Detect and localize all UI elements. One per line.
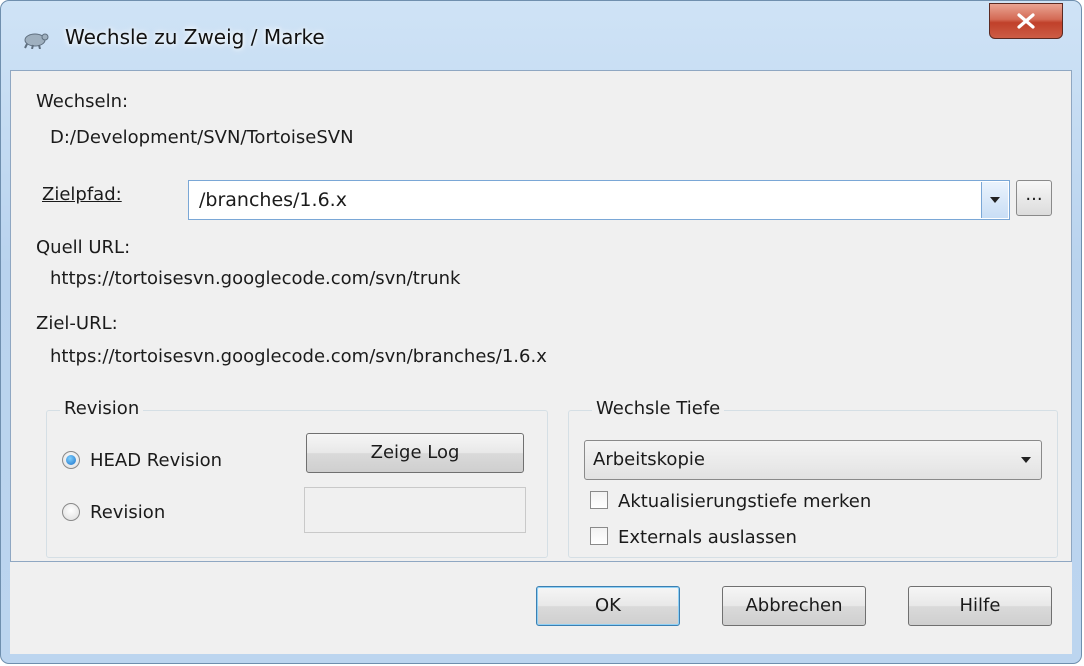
omit-externals-label[interactable]: Externals auslassen bbox=[618, 527, 797, 548]
remember-depth-label[interactable]: Aktualisierungstiefe merken bbox=[618, 491, 871, 512]
target-url-value: https://tortoisesvn.googlecode.com/svn/b… bbox=[50, 346, 547, 367]
target-url-label: Ziel-URL: bbox=[36, 313, 118, 334]
browse-button[interactable]: ... bbox=[1016, 180, 1052, 216]
help-button[interactable]: Hilfe bbox=[908, 586, 1052, 626]
cancel-button[interactable]: Abbrechen bbox=[722, 586, 866, 626]
depth-select-value[interactable]: Arbeitskopie bbox=[593, 449, 705, 470]
revision-radio[interactable] bbox=[62, 503, 80, 521]
close-icon bbox=[1017, 13, 1035, 29]
source-url-value: https://tortoisesvn.googlecode.com/svn/t… bbox=[50, 268, 461, 289]
source-url-label: Quell URL: bbox=[36, 237, 131, 258]
ok-button[interactable]: OK bbox=[536, 586, 680, 626]
close-button[interactable] bbox=[989, 3, 1063, 39]
switch-label: Wechseln: bbox=[36, 91, 129, 112]
target-path-label-text: Zielpfad: bbox=[42, 184, 122, 205]
window-title: Wechsle zu Zweig / Marke bbox=[65, 25, 325, 49]
depth-group-title: Wechsle Tiefe bbox=[592, 398, 725, 419]
target-path-value[interactable]: /branches/1.6.x bbox=[199, 189, 347, 211]
revision-input[interactable] bbox=[304, 487, 526, 533]
omit-externals-checkbox[interactable] bbox=[590, 527, 608, 545]
target-path-label: Zielpfad: bbox=[42, 184, 122, 205]
head-revision-radio[interactable] bbox=[62, 451, 80, 469]
revision-group-title: Revision bbox=[60, 398, 144, 419]
chevron-down-icon[interactable] bbox=[1021, 457, 1031, 463]
revision-label[interactable]: Revision bbox=[90, 502, 165, 523]
head-revision-label[interactable]: HEAD Revision bbox=[90, 450, 222, 471]
remember-depth-checkbox[interactable] bbox=[590, 491, 608, 509]
show-log-button[interactable]: Zeige Log bbox=[306, 433, 524, 473]
switch-path: D:/Development/SVN/TortoiseSVN bbox=[50, 127, 354, 148]
target-path-combobox[interactable]: /branches/1.6.x bbox=[188, 180, 1010, 220]
chevron-down-icon[interactable] bbox=[981, 182, 1008, 218]
tortoise-icon bbox=[24, 33, 49, 49]
depth-select[interactable]: Arbeitskopie bbox=[584, 440, 1042, 480]
